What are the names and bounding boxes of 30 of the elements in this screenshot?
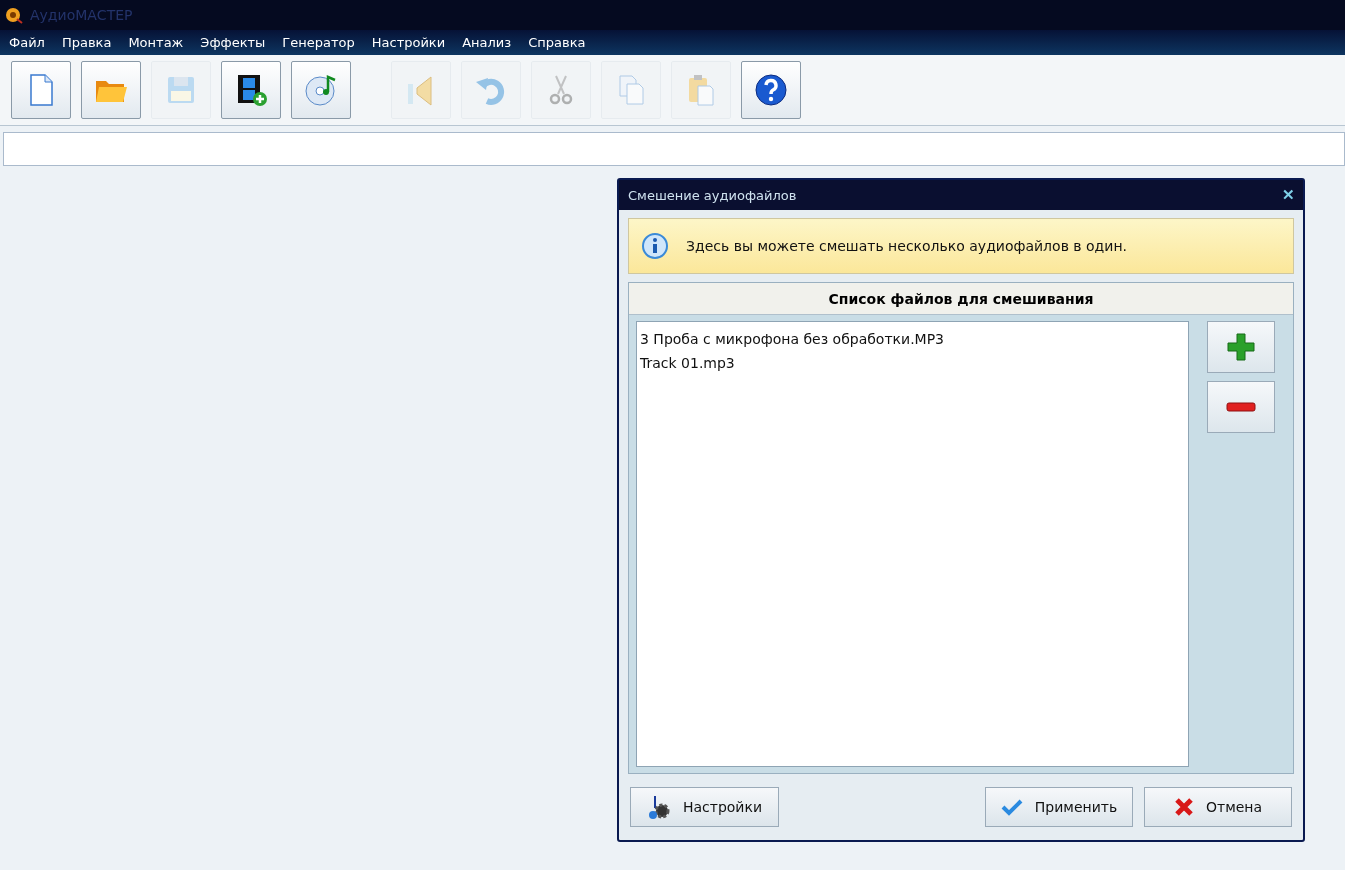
window-title: АудиоМАСТЕР bbox=[30, 7, 133, 23]
menu-item[interactable]: Анализ bbox=[462, 35, 512, 50]
dialog-title: Смешение аудиофайлов bbox=[628, 187, 797, 203]
add-button[interactable] bbox=[1207, 321, 1275, 373]
toolbar-button[interactable] bbox=[221, 61, 281, 119]
info-icon bbox=[641, 232, 669, 260]
settings-button[interactable]: Настройки bbox=[630, 787, 779, 827]
menu-item[interactable]: Правка bbox=[61, 35, 112, 50]
minus-icon bbox=[1226, 402, 1256, 412]
gear-icon bbox=[646, 794, 671, 820]
cross-icon bbox=[1173, 797, 1194, 817]
toolbar-button[interactable] bbox=[741, 61, 801, 119]
checkmark-icon bbox=[1000, 798, 1023, 816]
close-button[interactable]: ✕ bbox=[1282, 186, 1295, 204]
plus-icon bbox=[1226, 332, 1256, 362]
file-list-item[interactable]: Track 01.mp3 bbox=[640, 351, 1185, 375]
menu-item[interactable]: Справка bbox=[528, 35, 586, 50]
menu-item[interactable]: Генератор bbox=[282, 35, 355, 50]
remove-button[interactable] bbox=[1207, 381, 1275, 433]
app-logo-icon bbox=[4, 5, 24, 25]
menu-item[interactable]: Файл bbox=[9, 35, 45, 50]
menu-item[interactable]: Эффекты bbox=[200, 35, 266, 50]
menu-item[interactable]: Монтаж bbox=[128, 35, 184, 50]
file-list-item[interactable]: 3 Проба с микрофона без обработки.MP3 bbox=[640, 327, 1185, 351]
apply-button[interactable]: Применить bbox=[985, 787, 1133, 827]
cancel-button[interactable]: Отмена bbox=[1144, 787, 1292, 827]
help-icon bbox=[753, 72, 789, 108]
menu-item[interactable]: Настройки bbox=[371, 35, 446, 50]
panel-heading: Список файлов для смешивания bbox=[828, 290, 1094, 307]
info-text: Здесь вы можете смешать несколько аудиофайлов в один. bbox=[686, 238, 1127, 254]
